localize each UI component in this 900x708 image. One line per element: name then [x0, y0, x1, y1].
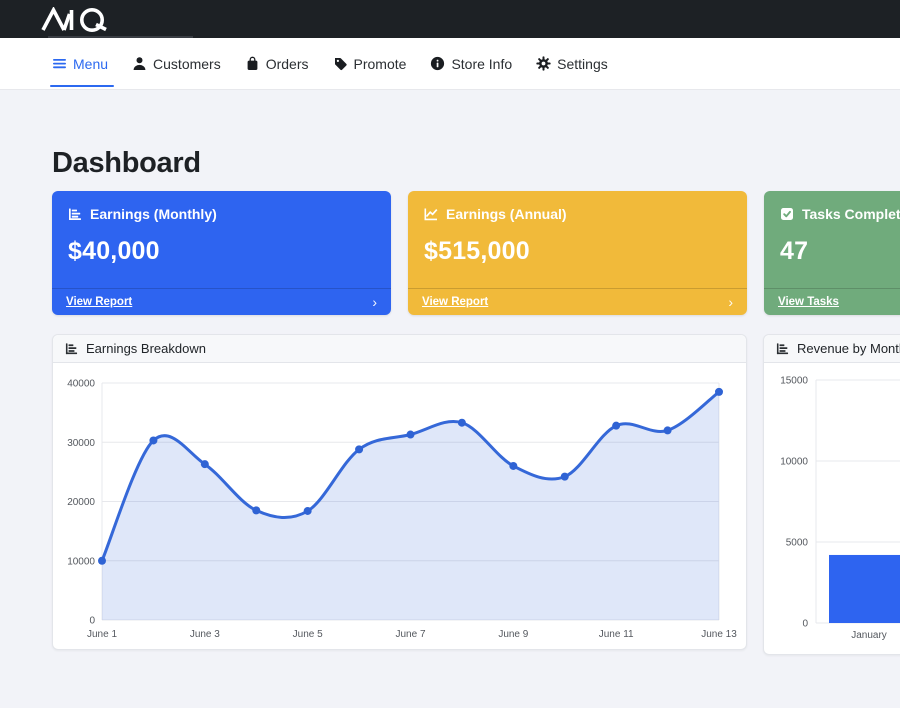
svg-text:June 7: June 7 — [395, 629, 425, 640]
svg-text:20000: 20000 — [67, 497, 95, 508]
chevron-right-icon: › — [728, 295, 733, 309]
main-content: Dashboard Earnings (Monthly) $40,000 — [0, 147, 900, 655]
chart-bars-icon — [776, 342, 789, 355]
nav-item-settings[interactable]: Settings — [536, 38, 608, 89]
nav-item-customers[interactable]: Customers — [132, 38, 221, 89]
card-value: $40,000 — [68, 237, 375, 266]
brand-logo-icon — [40, 7, 124, 32]
nav-label: Orders — [266, 56, 309, 72]
view-report-link[interactable]: View Report — [66, 296, 132, 308]
card-title: Earnings (Annual) — [446, 206, 567, 222]
view-tasks-link[interactable]: View Tasks — [778, 296, 839, 308]
view-report-link[interactable]: View Report — [422, 296, 488, 308]
svg-text:June 1: June 1 — [87, 629, 117, 640]
card-tasks-completed: Tasks Completed 47 View Tasks › — [764, 191, 900, 315]
chart-bars-icon — [68, 207, 82, 221]
nav-item-store-info[interactable]: Store Info — [430, 38, 512, 89]
svg-text:June 9: June 9 — [498, 629, 528, 640]
hamburger-icon — [52, 56, 67, 71]
card-earnings-monthly: Earnings (Monthly) $40,000 View Report › — [52, 191, 391, 315]
info-circle-icon — [430, 56, 445, 71]
revenue-by-month-card: Revenue by Month 0 5000 10000 15000 January — [763, 334, 900, 655]
gear-icon — [536, 56, 551, 71]
card-title: Earnings (Monthly) — [90, 206, 217, 222]
nav-label: Store Info — [451, 56, 512, 72]
nav-label: Menu — [73, 56, 108, 72]
nav-item-promote[interactable]: Promote — [333, 38, 407, 89]
charts-row: Earnings Breakdown 0 10000 20000 30000 40000… — [52, 334, 900, 655]
chart-bars-icon — [65, 342, 78, 355]
svg-text:June 3: June 3 — [190, 629, 220, 640]
svg-text:0: 0 — [802, 619, 808, 630]
card-title: Tasks Completed — [802, 206, 900, 222]
nav-label: Promote — [354, 56, 407, 72]
svg-text:5000: 5000 — [786, 538, 809, 549]
person-icon — [132, 56, 147, 71]
stat-cards-row: Earnings (Monthly) $40,000 View Report ›… — [52, 191, 900, 315]
main-navbar: Menu Customers Orders Promote Store Info — [0, 38, 900, 90]
chart-title: Revenue by Month — [797, 341, 900, 356]
svg-text:10000: 10000 — [780, 457, 808, 468]
svg-text:15000: 15000 — [780, 376, 808, 387]
nav-label: Customers — [153, 56, 221, 72]
svg-text:10000: 10000 — [67, 556, 95, 567]
topbar — [0, 0, 900, 38]
nav-item-menu[interactable]: Menu — [52, 38, 108, 89]
svg-text:January: January — [851, 630, 887, 641]
chart-line-icon — [424, 207, 438, 221]
check-square-icon — [780, 207, 794, 221]
svg-text:June 13: June 13 — [701, 629, 737, 640]
svg-text:40000: 40000 — [67, 379, 95, 390]
earnings-breakdown-card: Earnings Breakdown 0 10000 20000 30000 40000… — [52, 334, 747, 650]
svg-text:30000: 30000 — [67, 438, 95, 449]
brand-logo[interactable] — [40, 7, 124, 32]
card-earnings-annual: Earnings (Annual) $515,000 View Report › — [408, 191, 747, 315]
card-value: 47 — [780, 237, 900, 266]
revenue-by-month-chart: 0 5000 10000 15000 January — [764, 363, 900, 655]
nav-item-orders[interactable]: Orders — [245, 38, 309, 89]
tag-icon — [333, 56, 348, 71]
svg-text:June 5: June 5 — [293, 629, 323, 640]
svg-text:June 11: June 11 — [599, 629, 634, 640]
chart-title: Earnings Breakdown — [86, 341, 206, 356]
shopping-bag-icon — [245, 56, 260, 71]
earnings-breakdown-chart: 0 10000 20000 30000 40000 June 1 June 3 June 5 J… — [53, 363, 746, 650]
chevron-right-icon: › — [372, 295, 377, 309]
card-value: $515,000 — [424, 237, 731, 266]
svg-text:0: 0 — [89, 616, 95, 627]
page-title: Dashboard — [52, 147, 900, 180]
nav-label: Settings — [557, 56, 608, 72]
